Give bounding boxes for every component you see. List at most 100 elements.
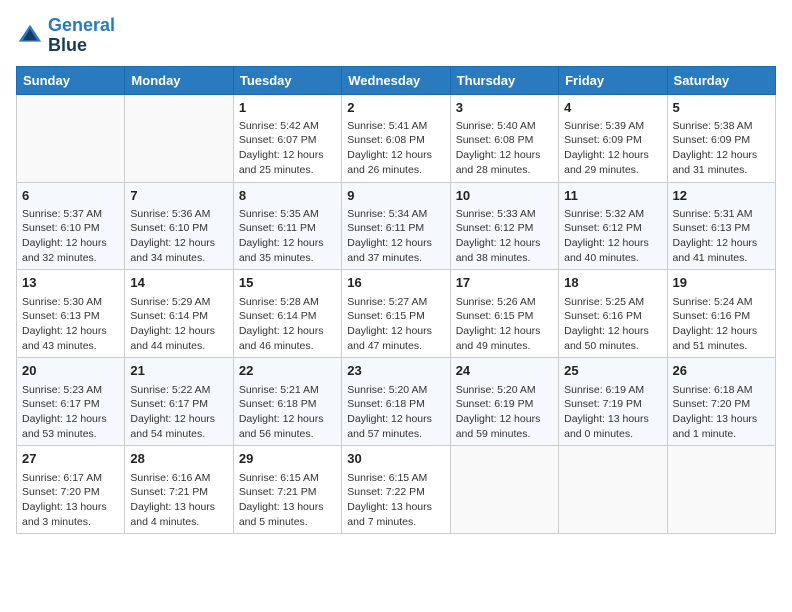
calendar-day-cell: 25 Sunrise: 6:19 AM Sunset: 7:19 PM Dayli… [559, 358, 667, 446]
calendar-day-cell: 30Sunrise: 6:15 AM Sunset: 7:22 PM Dayli… [342, 446, 450, 534]
day-info: Sunrise: 5:27 AM Sunset: 6:15 PM Dayligh… [347, 295, 444, 354]
logo-icon [16, 22, 44, 50]
calendar-day-cell [450, 446, 558, 534]
day-number: 5 [673, 99, 770, 117]
calendar-day-cell: 9Sunrise: 5:34 AM Sunset: 6:11 PM Daylig… [342, 182, 450, 270]
calendar-day-cell: 7Sunrise: 5:36 AM Sunset: 6:10 PM Daylig… [125, 182, 233, 270]
calendar-day-cell: 4Sunrise: 5:39 AM Sunset: 6:09 PM Daylig… [559, 94, 667, 182]
calendar-week-row: 1 Sunrise: 5:42 AM Sunset: 6:07 PM Daylig… [17, 94, 776, 182]
day-info: Sunrise: 5:37 AM Sunset: 6:10 PM Dayligh… [22, 207, 119, 266]
day-number: 23 [347, 362, 444, 380]
calendar-day-cell: 22 Sunrise: 5:21 AM Sunset: 6:18 PM Dayli… [233, 358, 341, 446]
day-info: Sunrise: 5:29 AM Sunset: 6:14 PM Dayligh… [130, 295, 227, 354]
calendar-day-cell: 17 Sunrise: 5:26 AM Sunset: 6:15 PM Dayli… [450, 270, 558, 358]
day-number: 9 [347, 187, 444, 205]
day-info: Sunrise: 5:38 AM Sunset: 6:09 PM Dayligh… [673, 119, 770, 178]
calendar-day-cell: 26 Sunrise: 6:18 AM Sunset: 7:20 PM Dayli… [667, 358, 775, 446]
day-info: Sunrise: 5:40 AM Sunset: 6:08 PM Dayligh… [456, 119, 553, 178]
calendar-week-row: 13 Sunrise: 5:30 AM Sunset: 6:13 PM Dayli… [17, 270, 776, 358]
day-number: 10 [456, 187, 553, 205]
day-info: Sunrise: 5:25 AM Sunset: 6:16 PM Dayligh… [564, 295, 661, 354]
calendar-day-cell: 6 Sunrise: 5:37 AM Sunset: 6:10 PM Daylig… [17, 182, 125, 270]
day-number: 24 [456, 362, 553, 380]
weekday-header: Thursday [450, 66, 558, 94]
day-info: Sunrise: 5:41 AM Sunset: 6:08 PM Dayligh… [347, 119, 444, 178]
day-number: 12 [673, 187, 770, 205]
day-number: 14 [130, 274, 227, 292]
day-info: Sunrise: 5:20 AM Sunset: 6:18 PM Dayligh… [347, 383, 444, 442]
day-info: Sunrise: 6:18 AM Sunset: 7:20 PM Dayligh… [673, 383, 770, 442]
calendar-day-cell: 20 Sunrise: 5:23 AM Sunset: 6:17 PM Dayli… [17, 358, 125, 446]
calendar-header: SundayMondayTuesdayWednesdayThursdayFrid… [17, 66, 776, 94]
day-info: Sunrise: 5:35 AM Sunset: 6:11 PM Dayligh… [239, 207, 336, 266]
calendar-day-cell: 24 Sunrise: 5:20 AM Sunset: 6:19 PM Dayli… [450, 358, 558, 446]
calendar-week-row: 27 Sunrise: 6:17 AM Sunset: 7:20 PM Dayli… [17, 446, 776, 534]
calendar-day-cell: 3Sunrise: 5:40 AM Sunset: 6:08 PM Daylig… [450, 94, 558, 182]
day-info: Sunrise: 5:28 AM Sunset: 6:14 PM Dayligh… [239, 295, 336, 354]
day-number: 20 [22, 362, 119, 380]
day-info: Sunrise: 5:26 AM Sunset: 6:15 PM Dayligh… [456, 295, 553, 354]
logo-text: General Blue [48, 16, 115, 56]
calendar-day-cell: 19 Sunrise: 5:24 AM Sunset: 6:16 PM Dayli… [667, 270, 775, 358]
day-number: 22 [239, 362, 336, 380]
day-number: 26 [673, 362, 770, 380]
day-info: Sunrise: 6:16 AM Sunset: 7:21 PM Dayligh… [130, 471, 227, 530]
day-number: 16 [347, 274, 444, 292]
weekday-header: Sunday [17, 66, 125, 94]
weekday-header: Saturday [667, 66, 775, 94]
calendar-day-cell [125, 94, 233, 182]
weekday-header: Monday [125, 66, 233, 94]
header: General Blue [16, 16, 776, 56]
day-info: Sunrise: 5:23 AM Sunset: 6:17 PM Dayligh… [22, 383, 119, 442]
day-info: Sunrise: 5:39 AM Sunset: 6:09 PM Dayligh… [564, 119, 661, 178]
calendar-day-cell: 18Sunrise: 5:25 AM Sunset: 6:16 PM Dayli… [559, 270, 667, 358]
day-info: Sunrise: 5:30 AM Sunset: 6:13 PM Dayligh… [22, 295, 119, 354]
calendar-day-cell: 29 Sunrise: 6:15 AM Sunset: 7:21 PM Dayli… [233, 446, 341, 534]
day-info: Sunrise: 5:42 AM Sunset: 6:07 PM Dayligh… [239, 119, 336, 178]
day-number: 25 [564, 362, 661, 380]
calendar-day-cell: 13 Sunrise: 5:30 AM Sunset: 6:13 PM Dayli… [17, 270, 125, 358]
day-number: 30 [347, 450, 444, 468]
day-number: 27 [22, 450, 119, 468]
day-info: Sunrise: 6:15 AM Sunset: 7:21 PM Dayligh… [239, 471, 336, 530]
day-number: 2 [347, 99, 444, 117]
day-info: Sunrise: 5:33 AM Sunset: 6:12 PM Dayligh… [456, 207, 553, 266]
calendar-day-cell: 15 Sunrise: 5:28 AM Sunset: 6:14 PM Dayli… [233, 270, 341, 358]
day-info: Sunrise: 6:19 AM Sunset: 7:19 PM Dayligh… [564, 383, 661, 442]
calendar-day-cell: 12 Sunrise: 5:31 AM Sunset: 6:13 PM Dayli… [667, 182, 775, 270]
calendar-day-cell: 27 Sunrise: 6:17 AM Sunset: 7:20 PM Dayli… [17, 446, 125, 534]
calendar-day-cell [17, 94, 125, 182]
day-number: 29 [239, 450, 336, 468]
calendar-day-cell: 23 Sunrise: 5:20 AM Sunset: 6:18 PM Dayli… [342, 358, 450, 446]
calendar-day-cell: 11Sunrise: 5:32 AM Sunset: 6:12 PM Dayli… [559, 182, 667, 270]
calendar-day-cell [667, 446, 775, 534]
weekday-header: Wednesday [342, 66, 450, 94]
day-info: Sunrise: 5:31 AM Sunset: 6:13 PM Dayligh… [673, 207, 770, 266]
day-number: 8 [239, 187, 336, 205]
day-number: 1 [239, 99, 336, 117]
day-number: 15 [239, 274, 336, 292]
weekday-header: Tuesday [233, 66, 341, 94]
day-info: Sunrise: 6:17 AM Sunset: 7:20 PM Dayligh… [22, 471, 119, 530]
day-number: 11 [564, 187, 661, 205]
logo: General Blue [16, 16, 115, 56]
day-info: Sunrise: 5:20 AM Sunset: 6:19 PM Dayligh… [456, 383, 553, 442]
calendar-day-cell: 2 Sunrise: 5:41 AM Sunset: 6:08 PM Daylig… [342, 94, 450, 182]
calendar-day-cell: 8 Sunrise: 5:35 AM Sunset: 6:11 PM Daylig… [233, 182, 341, 270]
calendar-week-row: 6 Sunrise: 5:37 AM Sunset: 6:10 PM Daylig… [17, 182, 776, 270]
day-info: Sunrise: 5:24 AM Sunset: 6:16 PM Dayligh… [673, 295, 770, 354]
day-number: 21 [130, 362, 227, 380]
calendar-day-cell: 14 Sunrise: 5:29 AM Sunset: 6:14 PM Dayli… [125, 270, 233, 358]
day-number: 13 [22, 274, 119, 292]
calendar-day-cell: 21 Sunrise: 5:22 AM Sunset: 6:17 PM Dayli… [125, 358, 233, 446]
day-info: Sunrise: 5:22 AM Sunset: 6:17 PM Dayligh… [130, 383, 227, 442]
calendar-day-cell: 5 Sunrise: 5:38 AM Sunset: 6:09 PM Daylig… [667, 94, 775, 182]
day-number: 28 [130, 450, 227, 468]
calendar-week-row: 20 Sunrise: 5:23 AM Sunset: 6:17 PM Dayli… [17, 358, 776, 446]
day-info: Sunrise: 5:36 AM Sunset: 6:10 PM Dayligh… [130, 207, 227, 266]
day-number: 17 [456, 274, 553, 292]
day-number: 6 [22, 187, 119, 205]
day-info: Sunrise: 5:21 AM Sunset: 6:18 PM Dayligh… [239, 383, 336, 442]
weekday-header: Friday [559, 66, 667, 94]
day-number: 19 [673, 274, 770, 292]
